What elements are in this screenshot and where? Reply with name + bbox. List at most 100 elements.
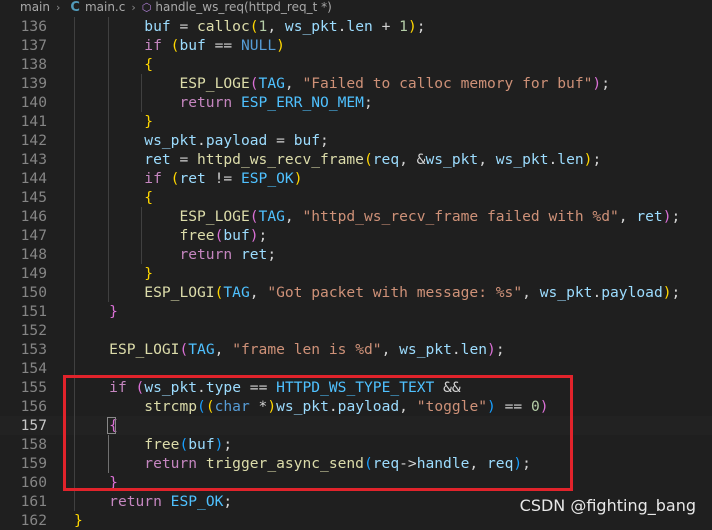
- code-token: =: [267, 132, 294, 149]
- code-token: "toggle": [416, 398, 488, 415]
- line-number: 151: [20, 303, 47, 320]
- code-token: ): [662, 284, 672, 301]
- code-token: ret: [179, 170, 206, 187]
- code-token: , &: [399, 151, 426, 168]
- indent-guide: [107, 17, 109, 302]
- breadcrumb-symbol-label: handle_ws_req(httpd_req_t *): [155, 0, 332, 14]
- code-token: &&: [434, 379, 461, 396]
- line-number: 154: [20, 360, 47, 377]
- code-token: ): [293, 170, 303, 187]
- code-token: ;: [671, 208, 681, 225]
- code-token: (: [363, 151, 373, 168]
- code-text: if (ws_pkt.type == HTTPD_WS_TYPE_TEXT &&: [74, 378, 461, 397]
- c-file-icon: C: [70, 0, 80, 14]
- code-line[interactable]: 154: [0, 359, 712, 378]
- code-token: .: [451, 341, 461, 358]
- code-token: .: [592, 284, 602, 301]
- code-line[interactable]: 156 strcmp((char *)ws_pkt.payload, "togg…: [0, 397, 712, 416]
- breadcrumb: main › C main.c › ⬡ handle_ws_req(httpd_…: [0, 0, 712, 14]
- code-token: ,: [381, 341, 400, 358]
- code-token: payload: [601, 284, 663, 301]
- code-token: (: [197, 398, 206, 415]
- code-text: {: [74, 55, 153, 74]
- code-token: (: [179, 341, 189, 358]
- code-token: {: [144, 189, 154, 206]
- code-text: }: [74, 302, 118, 321]
- code-token: =: [170, 18, 198, 35]
- code-line[interactable]: 153 ESP_LOGI(TAG, "frame len is %d", ws_…: [0, 340, 712, 359]
- breadcrumb-symbol[interactable]: ⬡ handle_ws_req(httpd_req_t *): [142, 0, 332, 14]
- code-token: buf: [223, 227, 250, 244]
- code-token: ;: [363, 94, 373, 111]
- line-number: 160: [20, 474, 47, 491]
- code-text: return ret;: [74, 245, 276, 264]
- code-token: ): [592, 75, 602, 92]
- code-token: }: [74, 512, 83, 529]
- line-number: 156: [20, 398, 47, 415]
- code-token: ESP_LOGI: [109, 341, 180, 358]
- code-token: ESP_OK: [240, 170, 294, 187]
- line-number: 152: [20, 322, 47, 339]
- method-cube-icon: ⬡: [141, 0, 152, 14]
- code-token: return: [109, 493, 162, 510]
- code-token: len: [346, 18, 373, 35]
- code-token: ,: [267, 18, 285, 35]
- code-token: (: [249, 18, 259, 35]
- indent-guide: [141, 74, 143, 112]
- code-text: }: [74, 264, 153, 283]
- breadcrumb-file[interactable]: C main.c: [66, 0, 125, 14]
- chevron-right-icon: ›: [55, 0, 61, 14]
- code-token: buf: [179, 37, 206, 54]
- watermark: CSDN @fighting_bang: [519, 496, 696, 515]
- code-token: ): [662, 208, 672, 225]
- code-token: (: [363, 455, 373, 472]
- code-token: req: [372, 455, 400, 472]
- line-number: 140: [20, 94, 47, 111]
- line-number: 137: [20, 37, 47, 54]
- code-token: ret: [240, 246, 268, 263]
- code-token: ): [539, 398, 549, 415]
- code-token: ,: [249, 284, 268, 301]
- code-token: calloc: [197, 18, 250, 35]
- code-line[interactable]: 155 if (ws_pkt.type == HTTPD_WS_TYPE_TEX…: [0, 378, 712, 397]
- code-token: ;: [671, 284, 681, 301]
- code-token: 0: [531, 398, 540, 415]
- code-token: free: [144, 436, 180, 453]
- code-editor[interactable]: 136 buf = calloc(1, ws_pkt.len + 1); 137 …: [0, 16, 712, 529]
- code-token: payload: [337, 398, 400, 415]
- code-token: ,: [284, 75, 303, 92]
- code-token: "Failed to calloc memory for buf": [302, 75, 593, 92]
- code-text: return ESP_OK;: [74, 492, 232, 511]
- code-token: ;: [495, 341, 505, 358]
- code-token: payload: [205, 132, 268, 149]
- line-number: 161: [20, 493, 47, 510]
- code-token: .: [197, 132, 206, 149]
- code-token: 1: [399, 18, 408, 35]
- code-token: }: [144, 265, 154, 282]
- code-token: TAG: [258, 208, 285, 225]
- code-token: ,: [618, 208, 637, 225]
- code-token: ws_pkt: [144, 132, 198, 149]
- code-line[interactable]: 160 }: [0, 473, 712, 492]
- code-text: return ESP_ERR_NO_MEM;: [74, 93, 373, 112]
- code-token: ;: [267, 246, 277, 263]
- code-text: ESP_LOGE(TAG, "Failed to calloc memory f…: [74, 74, 610, 93]
- indent-guide: [74, 17, 75, 511]
- line-number: 144: [20, 170, 47, 187]
- code-token: TAG: [223, 284, 250, 301]
- code-token: ,: [399, 398, 417, 415]
- code-line[interactable]: 151 }: [0, 302, 712, 321]
- breadcrumb-folder[interactable]: main: [20, 0, 50, 14]
- line-number: 143: [20, 151, 47, 168]
- code-line[interactable]: 152: [0, 321, 712, 340]
